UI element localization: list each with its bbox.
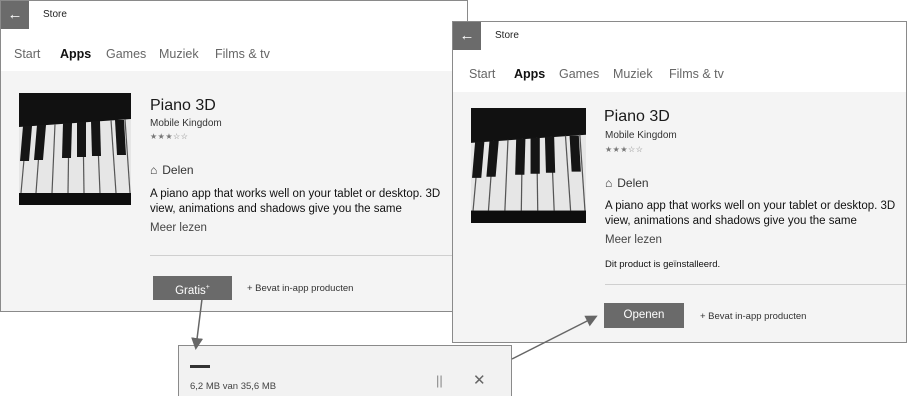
flow-arrows	[191, 298, 598, 360]
arrow-to-open	[511, 315, 598, 360]
arrow-to-download	[191, 298, 204, 350]
